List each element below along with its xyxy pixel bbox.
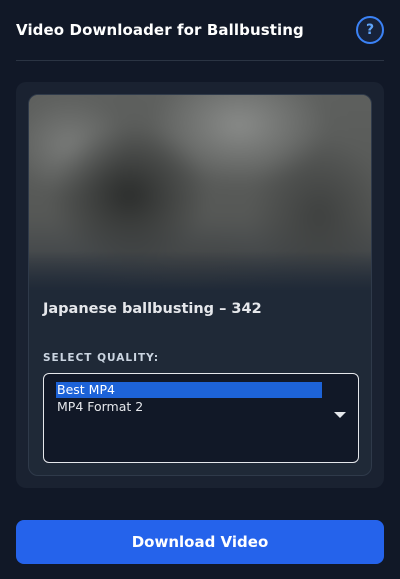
video-thumbnail xyxy=(29,95,371,291)
quality-option-mp4-format-2[interactable]: MP4 Format 2 xyxy=(56,399,322,415)
app-title: Video Downloader for Ballbusting xyxy=(16,21,304,39)
quality-option-best-mp4[interactable]: Best MP4 xyxy=(56,382,322,398)
header: Video Downloader for Ballbusting ? xyxy=(16,12,384,48)
question-mark-icon: ? xyxy=(365,22,375,38)
download-video-button[interactable]: Download Video xyxy=(16,520,384,564)
quality-select[interactable]: Best MP4 MP4 Format 2 xyxy=(43,373,359,463)
help-button[interactable]: ? xyxy=(356,16,384,44)
quality-label: SELECT QUALITY: xyxy=(43,352,160,364)
chevron-down-icon xyxy=(334,412,346,418)
video-title: Japanese ballbusting – 342 xyxy=(43,301,262,317)
video-card: Japanese ballbusting – 342 SELECT QUALIT… xyxy=(28,94,372,476)
header-divider xyxy=(16,60,384,61)
